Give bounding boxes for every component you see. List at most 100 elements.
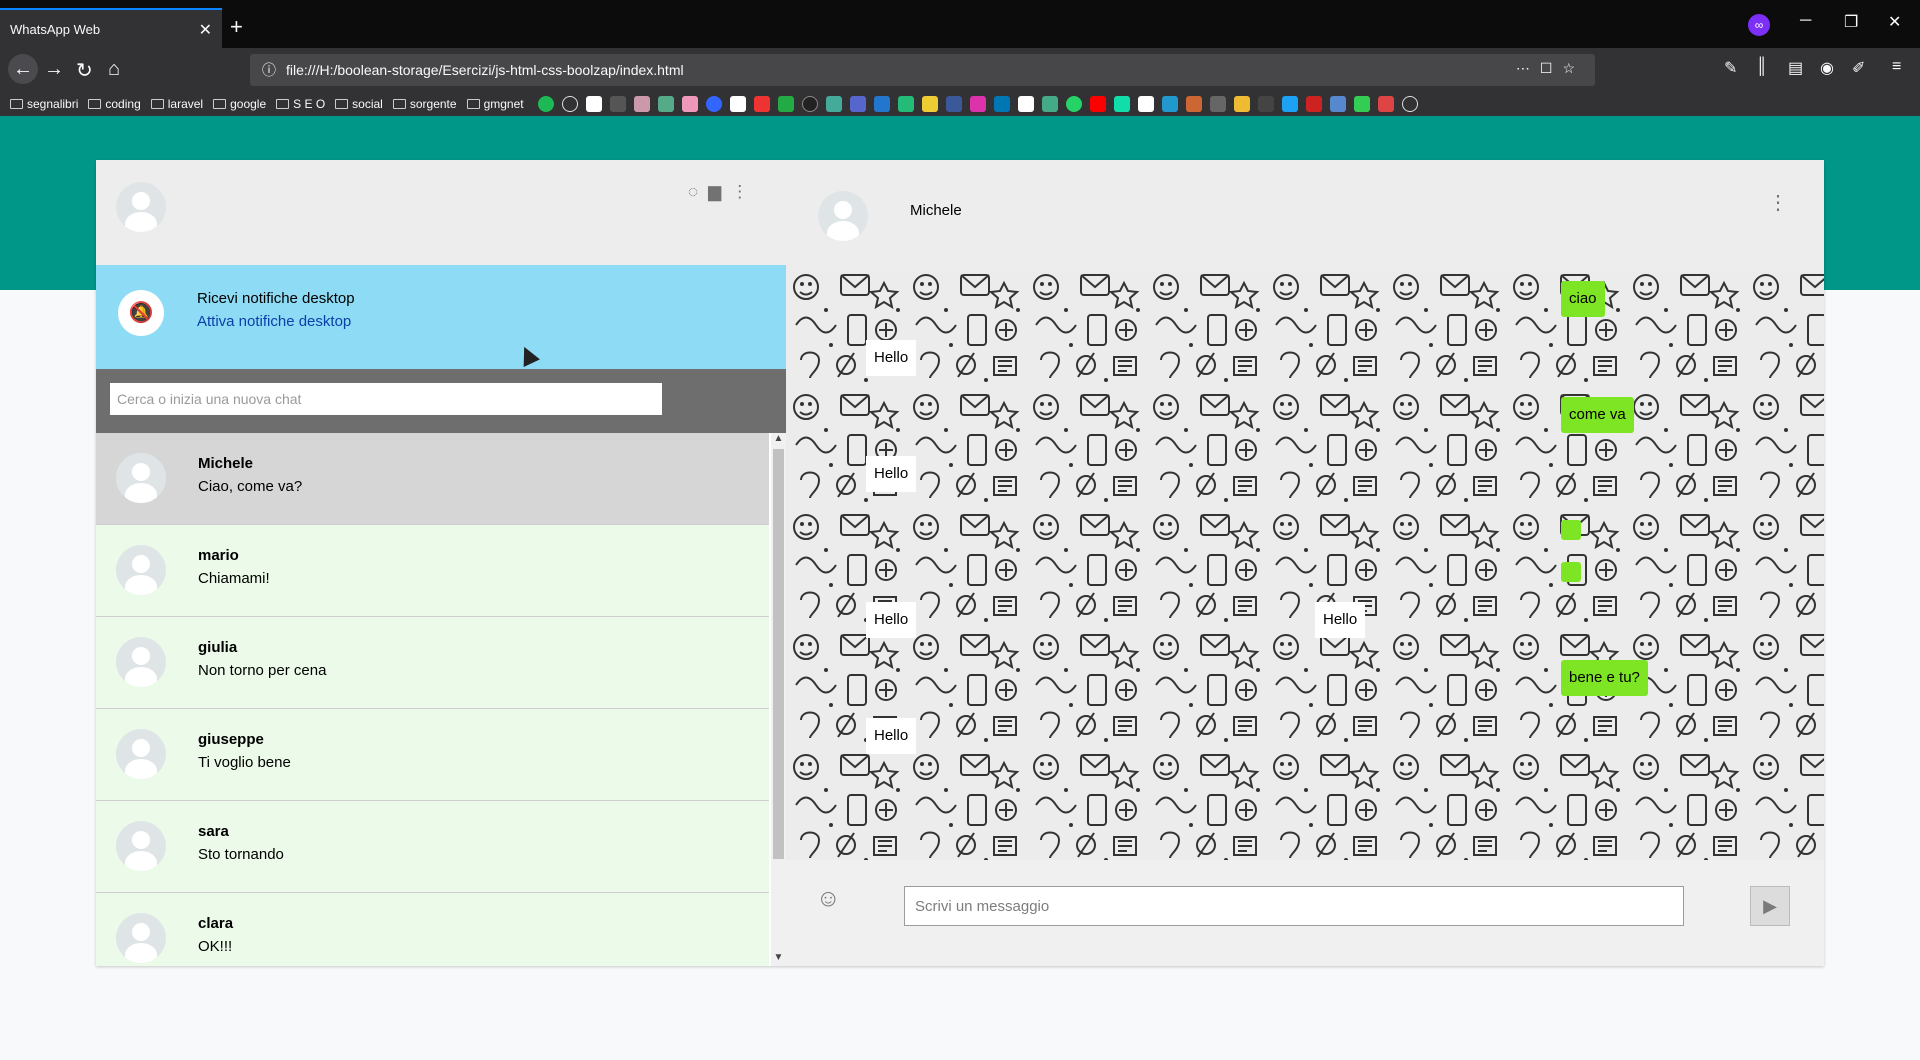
browser-tab[interactable]: WhatsApp Web ✕ <box>0 8 222 48</box>
back-icon[interactable]: ← <box>8 54 38 84</box>
bookmark-icon[interactable] <box>1137 96 1154 112</box>
amazon-icon[interactable] <box>585 96 602 112</box>
bookmark-folder[interactable]: segnalibri <box>10 97 78 111</box>
avatar-head <box>132 923 150 941</box>
spotify-icon[interactable] <box>537 96 554 112</box>
folder-icon <box>150 99 164 109</box>
bookmark-icon[interactable] <box>1305 96 1322 112</box>
send-icon[interactable]: ▶ <box>1750 886 1790 926</box>
chat-item-michele[interactable]: Michele Ciao, come va? <box>96 433 769 525</box>
url-bar[interactable]: ⓘ file:///H:/boolean-storage/Esercizi/js… <box>250 54 1595 86</box>
contact-name: mario <box>198 547 239 564</box>
status-icon[interactable]: ◌ <box>688 182 698 202</box>
avatar-body <box>125 759 157 779</box>
menu-icon[interactable]: ≡ <box>1892 58 1901 76</box>
bookmark-icon[interactable] <box>1017 96 1034 112</box>
menu-dots-icon[interactable]: ⋮ <box>731 182 748 202</box>
chat-list-scrollbar[interactable]: ▲ ▼ <box>771 433 786 966</box>
url-text[interactable]: file:///H:/boolean-storage/Esercizi/js-h… <box>286 62 684 78</box>
bookmark-icon[interactable] <box>1161 96 1178 112</box>
bell-off-icon: 🔕 <box>118 290 164 336</box>
drive-icon[interactable] <box>1353 96 1370 112</box>
close-tab-icon[interactable]: ✕ <box>199 20 212 40</box>
extension-icon[interactable]: ∞ <box>1748 14 1770 36</box>
bookmark-folder[interactable]: google <box>213 97 266 111</box>
bookmark-folder[interactable]: sorgente <box>392 97 457 111</box>
instagram-icon[interactable] <box>969 96 986 112</box>
sent-message <box>1561 520 1581 540</box>
bookmark-folder[interactable]: S E O <box>276 97 325 111</box>
bookmark-folder[interactable]: laravel <box>150 97 203 111</box>
message-input[interactable] <box>904 886 1684 926</box>
library-icon[interactable]: ║ <box>1756 58 1767 76</box>
bookmark-icon[interactable] <box>753 96 770 112</box>
bookmark-icon[interactable] <box>1329 96 1346 112</box>
home-icon[interactable]: ⌂ <box>108 58 120 81</box>
bookmark-icon[interactable] <box>873 96 890 112</box>
slack-icon[interactable] <box>825 96 842 112</box>
chat-item-giuseppe[interactable]: giuseppe Ti voglio bene <box>96 709 769 801</box>
chat-item-sara[interactable]: sara Sto tornando <box>96 801 769 893</box>
bookmark-folder[interactable]: gmgnet <box>466 97 524 111</box>
minimize-icon[interactable]: ─ <box>1800 12 1811 30</box>
bookmark-icon[interactable] <box>1041 96 1058 112</box>
bookmark-folder[interactable]: coding <box>88 97 141 111</box>
chat-item-giulia[interactable]: giulia Non torno per cena <box>96 617 769 709</box>
account-icon[interactable]: ◉ <box>1820 58 1834 78</box>
last-message: Ciao, come va? <box>198 478 303 495</box>
gmail-icon[interactable] <box>1377 96 1394 112</box>
bookmark-icon[interactable] <box>1233 96 1250 112</box>
last-message: OK!!! <box>198 938 233 955</box>
new-tab-icon[interactable]: + <box>230 14 243 40</box>
contact-avatar[interactable] <box>818 191 868 241</box>
youtube-icon[interactable] <box>1089 96 1106 112</box>
wrench-icon[interactable]: ✎ <box>1724 58 1737 78</box>
emoji-icon[interactable]: ☺ <box>816 885 841 913</box>
globe-icon[interactable] <box>561 96 578 112</box>
whatsapp-icon[interactable] <box>1065 96 1082 112</box>
folder-icon <box>213 99 227 109</box>
scroll-thumb[interactable] <box>773 449 784 859</box>
reload-icon[interactable]: ↻ <box>76 58 93 83</box>
restore-icon[interactable]: ❐ <box>1844 12 1858 32</box>
bookmark-folder[interactable]: social <box>335 97 383 111</box>
bookmark-icon[interactable] <box>633 96 650 112</box>
chat-item-mario[interactable]: mario Chiamami! <box>96 525 769 617</box>
enable-notifications-link[interactable]: Attiva notifiche desktop <box>197 313 351 330</box>
avatar-head <box>132 555 150 573</box>
forward-icon[interactable]: → <box>44 58 64 81</box>
bookmark-icon[interactable] <box>897 96 914 112</box>
extensions-icon[interactable]: ✐ <box>1852 58 1865 78</box>
bookmark-icon[interactable] <box>921 96 938 112</box>
bookmark-icon[interactable] <box>1209 96 1226 112</box>
facebook-icon[interactable] <box>945 96 962 112</box>
scroll-down-icon[interactable]: ▼ <box>771 952 786 966</box>
globe-icon[interactable] <box>1401 96 1418 112</box>
twitter-icon[interactable] <box>1281 96 1298 112</box>
linkedin-icon[interactable] <box>993 96 1010 112</box>
bookmark-icon[interactable] <box>1185 96 1202 112</box>
last-message: Non torno per cena <box>198 662 327 679</box>
search-input[interactable] <box>110 383 662 415</box>
sidebar-icon[interactable]: ▤ <box>1788 58 1803 78</box>
info-icon[interactable]: ⓘ <box>262 60 276 80</box>
bookmark-icon[interactable] <box>777 96 794 112</box>
page-actions-icon[interactable]: ⋯☐☆ <box>1516 60 1585 77</box>
teams-icon[interactable] <box>849 96 866 112</box>
bookmark-icon[interactable] <box>1113 96 1130 112</box>
avatar-body <box>827 221 859 241</box>
close-window-icon[interactable]: ✕ <box>1888 12 1901 32</box>
bookmark-icon[interactable] <box>657 96 674 112</box>
github-icon[interactable] <box>801 96 818 112</box>
bookmark-icon[interactable] <box>1257 96 1274 112</box>
chat-item-clara[interactable]: clara OK!!! <box>96 893 769 966</box>
avatar-body <box>125 575 157 595</box>
bookmark-icon[interactable] <box>705 96 722 112</box>
menu-dots-icon[interactable]: ⋮ <box>1768 190 1788 215</box>
bookmark-icon[interactable] <box>681 96 698 112</box>
bookmark-icon[interactable] <box>729 96 746 112</box>
user-avatar[interactable] <box>116 182 166 232</box>
scroll-up-icon[interactable]: ▲ <box>771 433 786 447</box>
new-chat-icon[interactable]: ▆ <box>708 182 721 202</box>
bookmark-icon[interactable] <box>609 96 626 112</box>
